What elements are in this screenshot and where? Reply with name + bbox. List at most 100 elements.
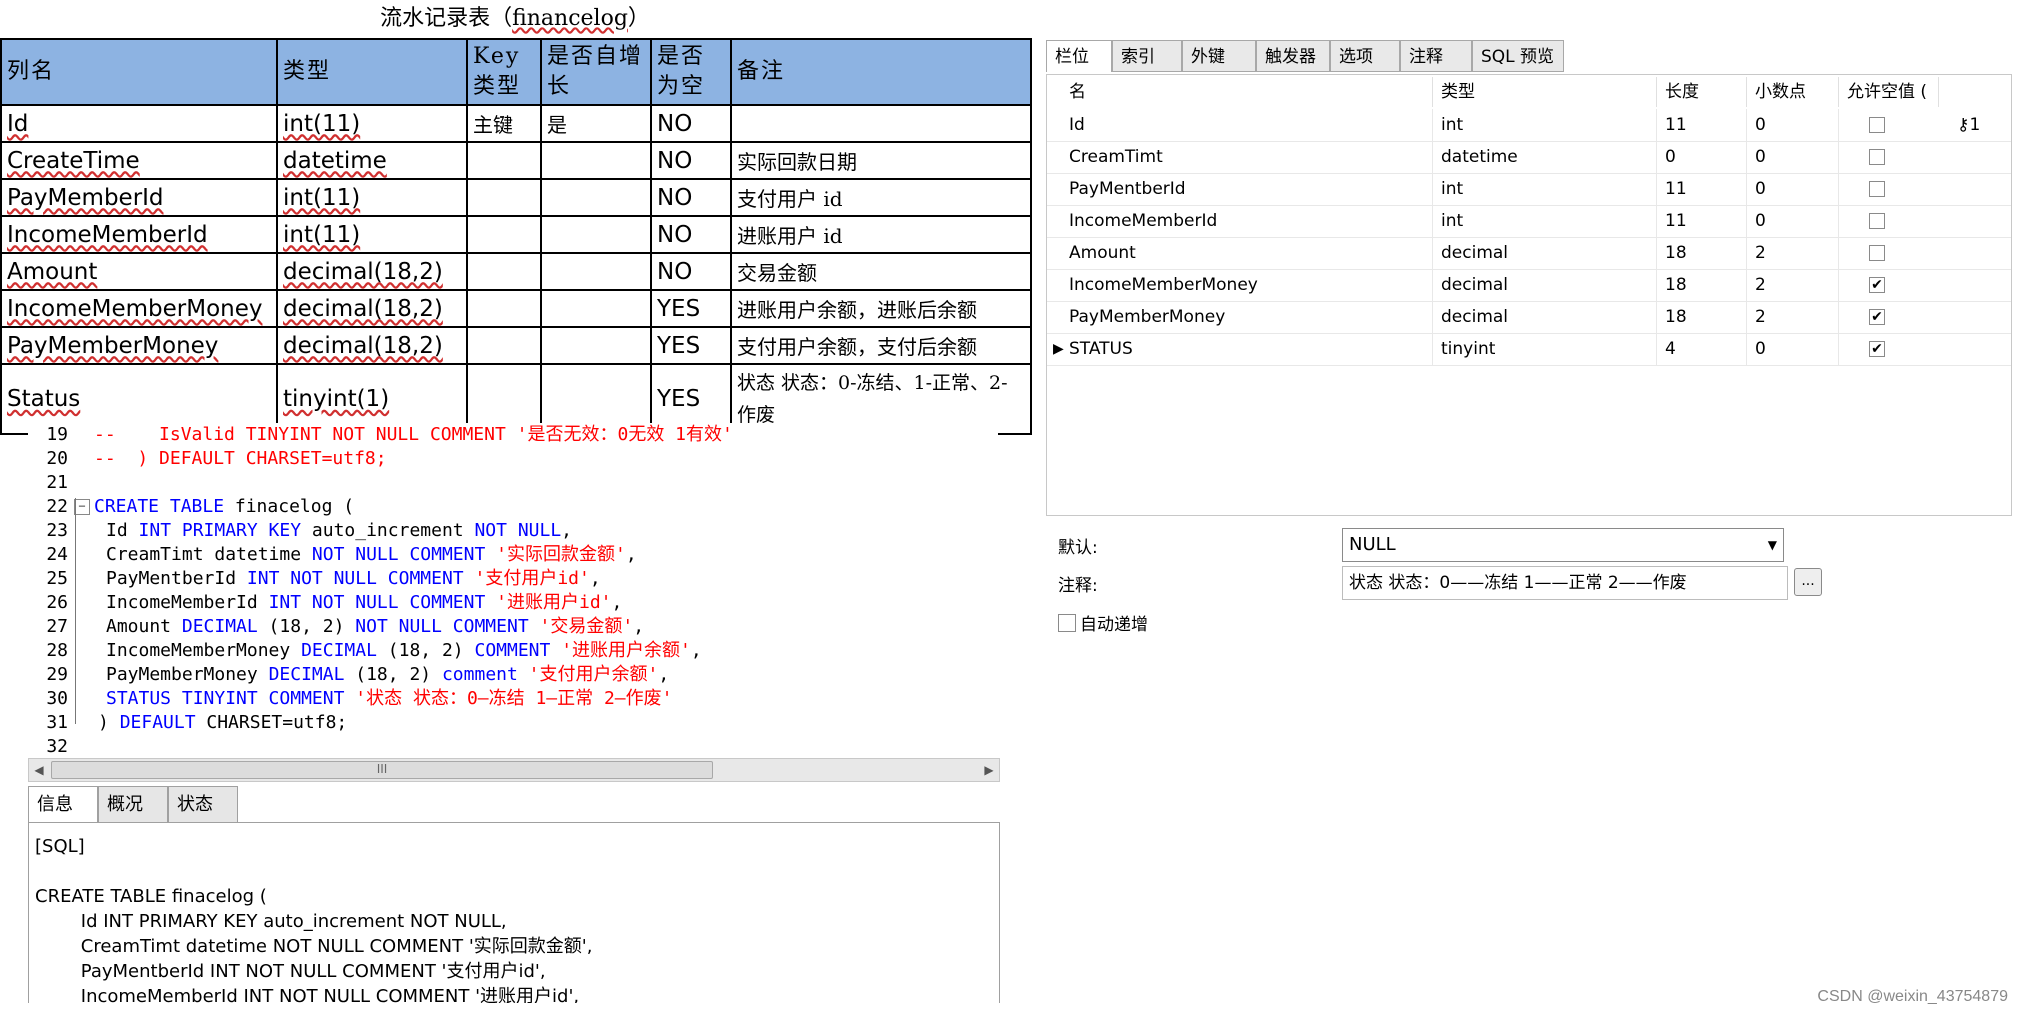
sql-string: '支付用户余额' (528, 664, 659, 685)
scroll-right-icon[interactable]: ▶ (979, 759, 999, 781)
doc-cell-auto (540, 178, 652, 217)
code-line: 32 (28, 735, 94, 759)
code-line: 29 PayMemberMoney DECIMAL (18, 2) comment… (28, 663, 669, 687)
code-line: 23 Id INT PRIMARY KEY auto_increment NOT … (28, 519, 572, 543)
fold-toggle-icon[interactable]: − (74, 499, 90, 515)
grid-cell-length[interactable]: 0 (1657, 141, 1747, 173)
sql-text: ) (98, 712, 120, 733)
allow-null-checkbox[interactable] (1869, 117, 1885, 133)
doc-cell-auto (540, 252, 652, 291)
grid-cell-length[interactable]: 18 (1657, 301, 1747, 333)
grid-row[interactable]: Id int 11 0 ⚷1 (1047, 109, 2011, 142)
doc-cell-name: PayMemberId (0, 178, 278, 217)
grid-cell-length[interactable]: 4 (1657, 333, 1747, 365)
result-tab[interactable]: 信息 (28, 786, 98, 824)
grid-cell-type[interactable]: int (1433, 109, 1657, 141)
scroll-left-icon[interactable]: ◀ (29, 759, 49, 781)
grid-cell-decimals[interactable]: 2 (1747, 269, 1839, 301)
allow-null-checkbox[interactable]: ✔ (1869, 277, 1885, 293)
auto-increment-checkbox[interactable] (1058, 614, 1076, 632)
grid-cell-length[interactable]: 11 (1657, 173, 1747, 205)
info-line: CreamTimt datetime NOT NULL COMMENT '实际回… (35, 936, 593, 957)
sql-keyword: NOT NULL COMMENT (355, 616, 529, 637)
design-tab[interactable]: SQL 预览 (1472, 40, 1564, 72)
scroll-thumb[interactable]: III (51, 761, 713, 779)
grid-cell-name[interactable]: IncomeMemberId (1061, 205, 1433, 237)
grid-cell-type[interactable]: tinyint (1433, 333, 1657, 365)
grid-cell-decimals[interactable]: 0 (1747, 141, 1839, 173)
grid-row[interactable]: PayMentberId int 11 0 (1047, 173, 2011, 206)
grid-cell-name[interactable]: IncomeMemberMoney (1061, 269, 1433, 301)
design-tab[interactable]: 索引 (1112, 40, 1182, 72)
grid-column-header[interactable]: 允许空值 ( (1839, 77, 1939, 107)
grid-cell-length[interactable]: 18 (1657, 269, 1747, 301)
editor-horizontal-scrollbar[interactable]: ◀ III ▶ (28, 758, 1000, 782)
grid-cell-name[interactable]: CreamTimt (1061, 141, 1433, 173)
design-tab[interactable]: 选项 (1330, 40, 1400, 72)
grid-cell-type[interactable]: datetime (1433, 141, 1657, 173)
grid-cell-length[interactable]: 11 (1657, 205, 1747, 237)
info-line: Id INT PRIMARY KEY auto_increment NOT NU… (35, 911, 507, 932)
sql-keyword: INT NOT NULL COMMENT (246, 568, 464, 589)
doc-cell-name: PayMemberMoney (0, 326, 278, 365)
grid-row[interactable]: PayMemberMoney decimal 18 2 ✔ (1047, 301, 2011, 334)
grid-cell-decimals[interactable]: 0 (1747, 333, 1839, 365)
design-tab[interactable]: 触发器 (1256, 40, 1330, 72)
code-line: 28 IncomeMemberMoney DECIMAL (18, 2) COMM… (28, 639, 701, 663)
dropdown-arrow-icon: ▼ (1767, 538, 1777, 552)
grid-cell-decimals[interactable]: 0 (1747, 109, 1839, 141)
grid-cell-type[interactable]: int (1433, 173, 1657, 205)
info-message-panel: [SQL] CREATE TABLE finacelog ( Id INT PRI… (28, 822, 1000, 1003)
grid-column-header[interactable]: 长度 (1657, 77, 1747, 107)
grid-cell-name[interactable]: STATUS (1061, 333, 1433, 365)
allow-null-checkbox[interactable] (1869, 213, 1885, 229)
grid-column-header[interactable]: 类型 (1433, 77, 1657, 107)
grid-cell-type[interactable]: decimal (1433, 269, 1657, 301)
allow-null-checkbox[interactable]: ✔ (1869, 309, 1885, 325)
grid-cell-length[interactable]: 18 (1657, 237, 1747, 269)
grid-cell-type[interactable]: int (1433, 205, 1657, 237)
grid-column-header[interactable]: 小数点 (1747, 77, 1839, 107)
grid-cell-type[interactable]: decimal (1433, 301, 1657, 333)
grid-cell-type[interactable]: decimal (1433, 237, 1657, 269)
grid-row[interactable]: ▶ STATUS tinyint 4 0 ✔ (1047, 333, 2011, 366)
grid-cell-name[interactable]: Amount (1061, 237, 1433, 269)
comment-field[interactable]: 状态 状态：0——冻结 1——正常 2——作废 (1342, 566, 1788, 600)
grid-cell-name[interactable]: Id (1061, 109, 1433, 141)
allow-null-checkbox[interactable]: ✔ (1869, 341, 1885, 357)
comment-edit-button[interactable]: ... (1794, 568, 1822, 596)
grid-cell-decimals[interactable]: 2 (1747, 237, 1839, 269)
result-tab[interactable]: 状态 (168, 786, 238, 824)
sql-keyword: INT NOT NULL COMMENT (268, 592, 486, 613)
doc-cell-type: datetime (276, 141, 468, 180)
grid-cell-name[interactable]: PayMentberId (1061, 173, 1433, 205)
grid-cell-decimals[interactable]: 0 (1747, 173, 1839, 205)
grid-row[interactable]: IncomeMemberMoney decimal 18 2 ✔ (1047, 269, 2011, 302)
grid-column-header[interactable]: 名 (1061, 77, 1433, 107)
allow-null-checkbox[interactable] (1869, 181, 1885, 197)
design-tab[interactable]: 栏位 (1046, 40, 1112, 72)
allow-null-checkbox[interactable] (1869, 245, 1885, 261)
sql-text: , (658, 664, 670, 685)
default-value-select[interactable]: NULL ▼ (1342, 528, 1784, 562)
design-tab[interactable]: 外键 (1182, 40, 1256, 72)
sql-text: Amount (106, 616, 182, 637)
grid-row[interactable]: IncomeMemberId int 11 0 (1047, 205, 2011, 238)
sql-editor[interactable]: 19 -- IsValid TINYINT NOT NULL COMMENT '是… (28, 423, 998, 761)
design-tab[interactable]: 注释 (1400, 40, 1472, 72)
grid-cell-decimals[interactable]: 0 (1747, 205, 1839, 237)
code-line: 19 -- IsValid TINYINT NOT NULL COMMENT '是… (28, 423, 733, 447)
grid-cell-length[interactable]: 11 (1657, 109, 1747, 141)
sql-comment: -- IsValid TINYINT NOT NULL COMMENT '是否无… (94, 424, 733, 445)
allow-null-checkbox[interactable] (1869, 149, 1885, 165)
grid-cell-name[interactable]: PayMemberMoney (1061, 301, 1433, 333)
info-line: CREATE TABLE finacelog ( (35, 886, 267, 907)
result-tab[interactable]: 概况 (98, 786, 168, 824)
grid-row[interactable]: Amount decimal 18 2 (1047, 237, 2011, 270)
grid-row[interactable]: CreamTimt datetime 0 0 (1047, 141, 2011, 174)
grid-cell-decimals[interactable]: 2 (1747, 301, 1839, 333)
doc-table-title: 流水记录表（financelog） (380, 6, 650, 31)
line-number: 28 (46, 640, 68, 661)
